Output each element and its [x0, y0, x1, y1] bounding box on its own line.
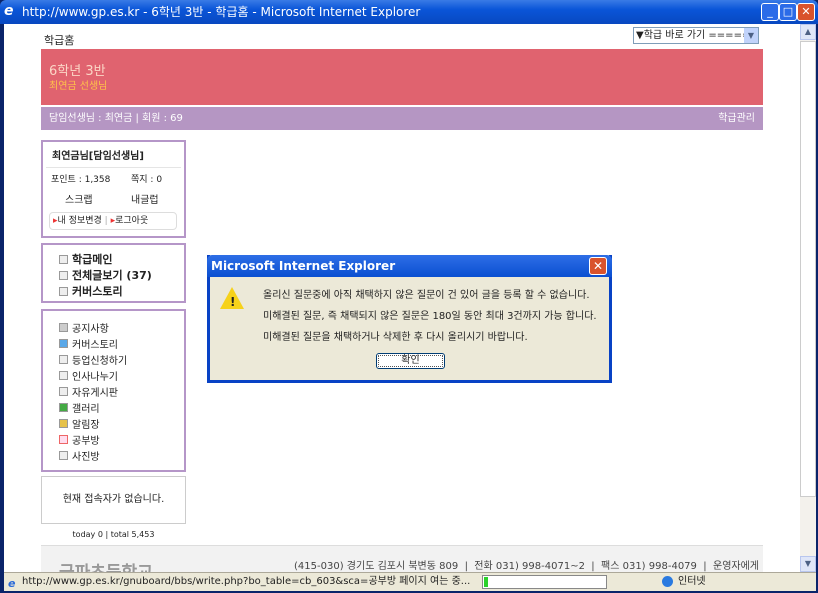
cover-icon	[59, 338, 68, 348]
page-icon	[59, 254, 68, 264]
message-line: 미해결된 질문, 즉 채택되지 않은 질문은 180일 동안 최대 3건까지 가…	[263, 311, 597, 322]
scroll-thumb[interactable]	[800, 41, 816, 497]
edit-info-button[interactable]: 내 정보변경	[58, 216, 102, 226]
dialog-title-bar: Microsoft Internet Explorer ✕	[207, 255, 612, 277]
school-name: 금파초등학교	[59, 558, 153, 572]
warning-exclamation: !	[230, 295, 236, 309]
dialog-message: 올리신 질문중에 아직 채택하지 않은 질문이 건 있어 글을 등록 할 수 없…	[263, 285, 597, 348]
memo-link[interactable]: 쪽지 : 0	[131, 172, 162, 185]
menu-item[interactable]: 학급메인	[59, 251, 184, 267]
board-label: 공지사항	[72, 323, 109, 335]
visit-counter: today 0 | total 5,453	[72, 530, 155, 539]
study-icon	[59, 434, 68, 444]
board-item[interactable]: 갤러리	[59, 399, 184, 415]
board-label: 등업신청하기	[72, 355, 128, 367]
menu-label: 전체글보기 (37)	[72, 269, 152, 282]
chevron-down-icon: ▼	[744, 28, 758, 43]
user-name: 최연금님[담임선생님]	[46, 142, 181, 168]
globe-icon	[662, 576, 673, 587]
board-item[interactable]: 커버스토리	[59, 335, 184, 351]
board-label: 갤러리	[72, 403, 100, 415]
board-label: 알림장	[72, 419, 100, 431]
board-menu: 공지사항 커버스토리 등업신청하기 인사나누기 자유게시판 갤러리 알림장 공부…	[41, 309, 186, 472]
board-icon	[59, 354, 68, 364]
scrap-link[interactable]: 스크랩	[65, 191, 93, 206]
menu-item[interactable]: 커버스토리	[59, 283, 184, 299]
board-item[interactable]: 공부방	[59, 431, 184, 447]
board-icon	[59, 450, 68, 460]
zone-label: 인터넷	[678, 576, 706, 587]
user-box: 최연금님[담임선생님] 포인트 : 1,358 쪽지 : 0 스크랩 내글럽 ▸…	[41, 140, 186, 238]
close-button[interactable]: ✕	[797, 3, 815, 21]
menu-item[interactable]: 전체글보기 (37)	[59, 267, 184, 283]
footer: 금파초등학교 (415-030) 경기도 김포시 북변동 809 | 전화 03…	[41, 545, 763, 572]
board-item[interactable]: 등업신청하기	[59, 351, 184, 367]
board-item[interactable]: 공지사항	[59, 319, 184, 335]
progress-bar	[482, 575, 607, 589]
minimize-button[interactable]: _	[761, 3, 779, 21]
teacher-name: 최연금 선생님	[49, 81, 108, 92]
visitors-message: 현재 접속자가 없습니다.	[62, 494, 165, 505]
footer-address: (415-030) 경기도 김포시 북변동 809 | 전화 031) 998-…	[294, 561, 759, 572]
board-icon	[59, 370, 68, 380]
progress-fill	[484, 577, 488, 587]
points: 포인트 : 1,358	[51, 175, 111, 185]
home-link[interactable]: 학급홈	[44, 32, 74, 48]
manage-link[interactable]: 학급관리	[718, 107, 755, 130]
class-select-value: ▼학급 바로 가기 =====	[636, 30, 751, 41]
board-item[interactable]: 자유게시판	[59, 383, 184, 399]
window-title: http://www.gp.es.kr - 6학년 3반 - 학급홈 - Mic…	[22, 5, 421, 19]
logout-button[interactable]: 로그아웃	[115, 216, 148, 226]
dialog-title: Microsoft Internet Explorer	[211, 259, 396, 273]
message-line: 올리신 질문중에 아직 채택하지 않은 질문이 건 있어 글을 등록 할 수 없…	[263, 290, 590, 301]
status-bar: e http://www.gp.es.kr/gnuboard/bbs/write…	[4, 572, 816, 591]
visitors-box: 현재 접속자가 없습니다.	[41, 476, 186, 524]
menu-label: 학급메인	[72, 253, 113, 266]
page-icon	[59, 270, 68, 280]
scroll-up-button[interactable]: ▲	[800, 24, 816, 40]
board-item[interactable]: 사진방	[59, 447, 184, 463]
board-item[interactable]: 인사나누기	[59, 367, 184, 383]
class-banner: 6학년 3반 최연금 선생님	[41, 49, 763, 105]
main-menu: 학급메인 전체글보기 (37) 커버스토리	[41, 243, 186, 303]
board-label: 자유게시판	[72, 387, 118, 399]
board-label: 인사나누기	[72, 371, 118, 383]
board-label: 공부방	[72, 435, 100, 447]
board-label: 사진방	[72, 451, 100, 463]
my-posts-link[interactable]: 내글럽	[131, 191, 159, 206]
info-bar: 담임선생님 : 최연금 | 회원 : 69 학급관리	[41, 107, 763, 130]
dialog-close-button[interactable]: ✕	[589, 257, 607, 275]
vertical-scrollbar[interactable]: ▲ ▼	[800, 24, 816, 572]
teacher-info: 담임선생님 : 최연금 | 회원 : 69	[49, 113, 183, 124]
ok-button[interactable]: 확인	[376, 353, 445, 369]
status-text: http://www.gp.es.kr/gnuboard/bbs/write.p…	[22, 576, 471, 587]
alert-dialog: Microsoft Internet Explorer ✕ ! 올리신 질문중에…	[207, 255, 612, 383]
ie-icon: e	[4, 3, 14, 19]
board-item[interactable]: 알림장	[59, 415, 184, 431]
scroll-down-button[interactable]: ▼	[800, 556, 816, 572]
class-select[interactable]: ▼학급 바로 가기 ===== ▼	[633, 27, 759, 44]
page-icon	[59, 286, 68, 296]
notice-icon	[59, 322, 68, 332]
message-line: 미해결된 질문을 채택하거나 삭제한 후 다시 올리시기 바랍니다.	[263, 332, 528, 343]
board-label: 커버스토리	[72, 339, 118, 351]
menu-label: 커버스토리	[72, 285, 123, 298]
title-bar: e http://www.gp.es.kr - 6학년 3반 - 학급홈 - M…	[0, 0, 818, 24]
board-icon	[59, 386, 68, 396]
ie-page-icon: e	[8, 577, 16, 590]
gallery-icon	[59, 402, 68, 412]
maximize-button[interactable]: □	[779, 3, 797, 21]
notebook-icon	[59, 418, 68, 428]
